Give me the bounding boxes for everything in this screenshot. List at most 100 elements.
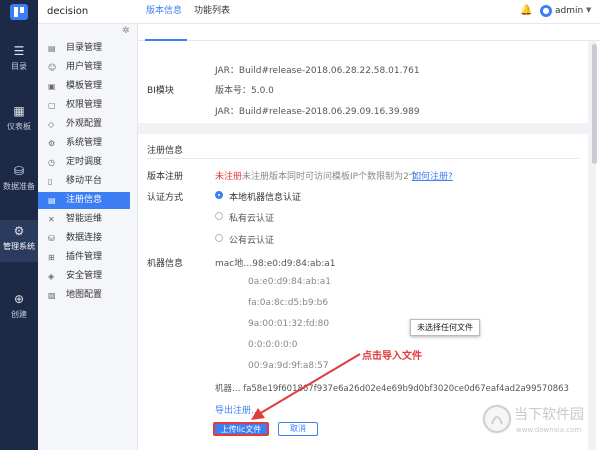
grid-icon: ☰ xyxy=(13,44,25,58)
tab-version[interactable]: 版本信息 xyxy=(146,3,182,16)
registration-icon: ▤ xyxy=(48,196,56,205)
status-badge: 未注册 xyxy=(215,172,243,182)
user-name[interactable]: admin xyxy=(555,6,583,16)
watermark-title: 当下软件园 xyxy=(514,407,584,423)
submenu-item[interactable]: ⊞ 插件管理 xyxy=(38,249,138,266)
submenu-item[interactable]: ▣ 模板管理 xyxy=(38,78,138,95)
submenu-item[interactable]: ◷ 定时调度 xyxy=(38,154,138,171)
submenu-label: 定时调度 xyxy=(66,157,103,167)
status-note: 未注册版本同时可访问模板IP个数限制为2个！ xyxy=(242,172,427,182)
nav-management[interactable]: ⚙ 管理系统 xyxy=(0,220,38,262)
auth-private-radio[interactable] xyxy=(215,212,223,220)
file-tooltip: 未选择任何文件 xyxy=(410,319,480,336)
auth-option-label: 公有云认证 xyxy=(229,236,275,246)
left-nav: ☰ 目录 ▦ 仪表板 ⛁ 数据准备 ⚙ 管理系统 ⊕ 创建 xyxy=(0,24,38,450)
dashboard-icon: ▦ xyxy=(13,104,25,118)
bell-icon[interactable]: 🔔 xyxy=(520,5,532,16)
user-avatar-icon[interactable]: ● xyxy=(540,5,552,17)
submenu-item[interactable]: ▧ 地图配置 xyxy=(38,287,138,304)
annotation-arrow-icon xyxy=(251,353,361,420)
nav-label: 目录 xyxy=(11,62,27,71)
submenu-label: 地图配置 xyxy=(66,290,103,300)
clock-icon: ◷ xyxy=(48,158,55,167)
jar-version-2: JAR：Build#release-2018.06.29.09.16.39.98… xyxy=(215,107,420,117)
mac-address: 9a:00:01:32:fd:80 xyxy=(248,319,330,329)
ops-icon: ✕ xyxy=(48,215,55,224)
nav-label: 仪表板 xyxy=(7,122,31,131)
nav-label: 创建 xyxy=(11,310,27,319)
submenu-item[interactable]: ☺ 用户管理 xyxy=(38,59,138,76)
watermark-logo-icon xyxy=(482,404,512,434)
folder-icon: ▤ xyxy=(48,44,56,53)
database-icon: ⛁ xyxy=(13,164,25,178)
mac-address: mac地…98:e0:d9:84:ab:a1 xyxy=(215,259,336,269)
submenu-label: 数据连接 xyxy=(66,233,103,243)
lock-icon: ▢ xyxy=(48,101,56,110)
nav-directory[interactable]: ☰ 目录 xyxy=(0,44,38,84)
registration-title: 注册信息 xyxy=(147,146,184,156)
auth-local-radio[interactable] xyxy=(215,191,223,199)
app-title: decision xyxy=(47,6,89,17)
auth-method-label: 认证方式 xyxy=(147,193,184,203)
submenu-item[interactable]: ✕ 智能运维 xyxy=(38,211,138,228)
plugin-icon: ⊞ xyxy=(48,253,55,262)
logo-icon xyxy=(10,4,28,20)
auth-option-label: 本地机器信息认证 xyxy=(229,193,302,203)
bi-version: 版本号：5.0.0 xyxy=(215,86,274,96)
submenu-label: 模板管理 xyxy=(66,81,103,91)
submenu-item[interactable]: ▯ 移动平台 xyxy=(38,173,138,190)
jar-version-1: JAR：Build#release-2018.06.28.22.58.01.76… xyxy=(215,66,420,76)
shield-icon: ◈ xyxy=(48,272,55,281)
app-logo[interactable] xyxy=(0,0,38,24)
tab-bar xyxy=(138,24,600,41)
submenu-label: 系统管理 xyxy=(66,138,103,148)
mac-address: fa:0a:8c:d5:b9:b6 xyxy=(248,298,329,308)
auth-public-radio[interactable] xyxy=(215,234,223,242)
divider xyxy=(147,158,579,159)
submenu-label: 安全管理 xyxy=(66,271,103,281)
bi-module-label: BI模块 xyxy=(147,86,174,96)
connection-icon: ⛁ xyxy=(48,234,55,243)
machine-info-label: 机器信息 xyxy=(147,259,184,269)
annotation-label: 点击导入文件 xyxy=(362,351,422,362)
submenu-item[interactable]: ◈ 安全管理 xyxy=(38,268,138,285)
submenu-label: 目录管理 xyxy=(66,43,103,53)
mac-address: 0a:e0:d9:84:ab:a1 xyxy=(248,277,332,287)
scrollbar[interactable] xyxy=(592,44,597,164)
nav-label: 管理系统 xyxy=(3,242,35,251)
submenu-item[interactable]: ⚙ 系统管理 xyxy=(38,135,138,152)
template-icon: ▣ xyxy=(48,82,56,91)
version-register-label: 版本注册 xyxy=(147,172,184,182)
settings-icon: ⚙ xyxy=(48,139,56,148)
how-to-register-link[interactable]: 如何注册? xyxy=(412,169,453,182)
user-icon: ☺ xyxy=(48,63,57,72)
nav-data-prep[interactable]: ⛁ 数据准备 xyxy=(0,164,38,204)
submenu-label: 外观配置 xyxy=(66,119,103,129)
nav-label: 数据准备 xyxy=(3,182,35,191)
chevron-down-icon[interactable]: ▼ xyxy=(586,6,591,14)
mac-address: 0:0:0:0:0:0 xyxy=(248,340,298,350)
mobile-icon: ▯ xyxy=(48,177,53,186)
map-icon: ▧ xyxy=(48,291,56,300)
submenu-label: 权限管理 xyxy=(66,100,103,110)
palette-icon: ◇ xyxy=(48,120,55,129)
gear-icon: ⚙ xyxy=(13,224,25,238)
submenu-label: 插件管理 xyxy=(66,252,103,262)
submenu-item[interactable]: ◇ 外观配置 xyxy=(38,116,138,133)
top-bar xyxy=(0,0,600,24)
pin-icon[interactable]: ✲ xyxy=(122,26,130,36)
submenu-label: 移动平台 xyxy=(66,176,103,186)
submenu-item[interactable]: ⛁ 数据连接 xyxy=(38,230,138,247)
submenu-item[interactable]: ▢ 权限管理 xyxy=(38,97,138,114)
submenu-item[interactable]: ▤ 目录管理 xyxy=(38,40,138,57)
watermark-url: www.downxia.com xyxy=(516,426,582,434)
submenu-label: 用户管理 xyxy=(66,62,103,72)
plus-icon: ⊕ xyxy=(13,292,25,306)
submenu-label: 智能运维 xyxy=(66,214,103,224)
tab-features[interactable]: 功能列表 xyxy=(194,3,230,16)
nav-create[interactable]: ⊕ 创建 xyxy=(0,292,38,332)
submenu-item-registration[interactable]: ▤ 注册信息 xyxy=(38,192,130,209)
nav-dashboard[interactable]: ▦ 仪表板 xyxy=(0,104,38,144)
auth-option-label: 私有云认证 xyxy=(229,214,275,224)
submenu-label: 注册信息 xyxy=(66,195,103,205)
